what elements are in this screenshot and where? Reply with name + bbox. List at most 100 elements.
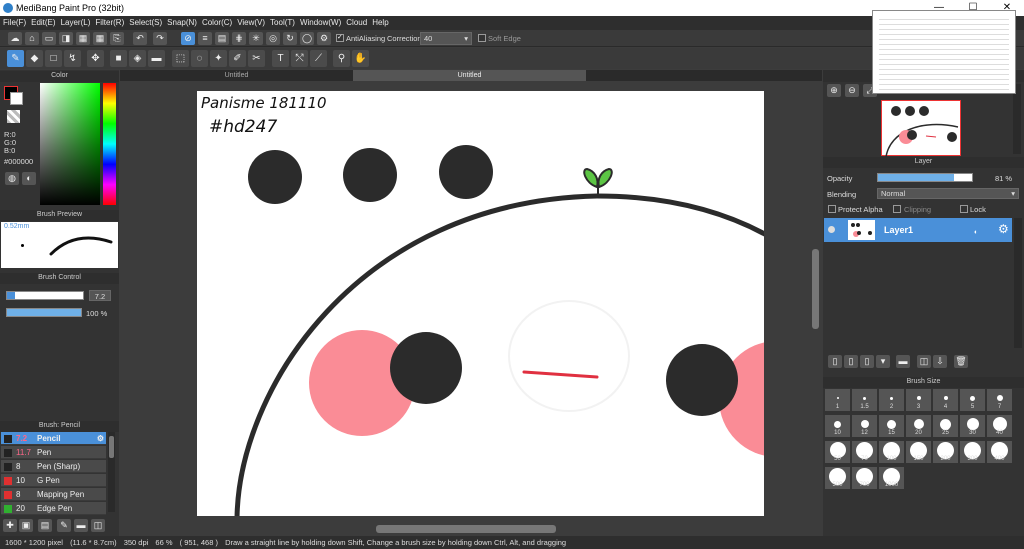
navigator-thumbnail[interactable] — [881, 100, 961, 158]
magic-wand-tool-icon[interactable]: ✦ — [210, 50, 227, 67]
brush-size-cell[interactable]: 200 — [933, 441, 958, 463]
menu-view[interactable]: View(V) — [237, 16, 270, 30]
merge-down-icon[interactable]: ⇩ — [933, 355, 947, 368]
brush-opacity-slider[interactable] — [6, 308, 82, 317]
brush-duplicate-icon[interactable]: ◫ — [91, 519, 105, 532]
antialiasing-checkbox[interactable] — [336, 33, 344, 42]
menu-snap[interactable]: Snap(N) — [167, 16, 202, 30]
grid-alt-icon[interactable]: ▦ — [93, 32, 107, 45]
brush-size-cell[interactable]: 1000 — [879, 467, 904, 489]
trash-icon[interactable]: 🗑 — [954, 355, 968, 368]
zoom-in-icon[interactable]: ⊕ — [827, 84, 841, 97]
operation-tool-icon[interactable]: ⤲ — [291, 50, 308, 67]
export-icon[interactable]: ⎘ — [110, 32, 124, 45]
floating-preview-window[interactable] — [872, 10, 1016, 94]
brush-size-cell[interactable]: 3 — [906, 389, 931, 411]
gradient-tool-icon[interactable]: ▬ — [148, 50, 165, 67]
transparent-swatch[interactable] — [7, 110, 20, 123]
zoom-out-icon[interactable]: ⊖ — [845, 84, 859, 97]
snap-radial-icon[interactable]: ✳ — [249, 32, 263, 45]
brush-size-cell[interactable]: 1 — [825, 389, 850, 411]
brush-size-cell[interactable]: 1.5 — [852, 389, 877, 411]
dot-tool-icon[interactable]: □ — [45, 50, 62, 67]
saturation-value-picker[interactable] — [40, 83, 100, 205]
select-pen-tool-icon[interactable]: ✐ — [229, 50, 246, 67]
bucket-tool-icon[interactable]: ◈ — [129, 50, 146, 67]
gear-icon[interactable]: ⚙ — [998, 222, 1009, 236]
protect-alpha-checkbox[interactable] — [828, 205, 836, 213]
brush-size-cell[interactable]: 7 — [987, 389, 1012, 411]
canvas-vertical-scrollbar[interactable] — [810, 81, 821, 521]
tab-untitled-2[interactable]: Untitled — [353, 70, 586, 81]
eraser-tool-icon[interactable]: ◆ — [26, 50, 43, 67]
brush-item-mapping-pen[interactable]: 8 Mapping Pen — [1, 488, 106, 501]
blending-select[interactable]: Normal ▾ — [877, 188, 1019, 199]
select-rect-tool-icon[interactable]: ⬚ — [172, 50, 189, 67]
eyedropper-tool-icon[interactable]: ⚲ — [333, 50, 350, 67]
menu-layer[interactable]: Layer(L) — [61, 16, 96, 30]
brush-size-cell[interactable]: 300 — [960, 441, 985, 463]
duplicate-layer-icon[interactable]: ◫ — [917, 355, 931, 368]
layer-row[interactable]: Layer1 ◐ ⚙ — [824, 218, 1012, 242]
menu-help[interactable]: Help — [372, 16, 393, 30]
share-icon[interactable]: ◨ — [59, 32, 73, 45]
menu-file[interactable]: File(F) — [3, 16, 31, 30]
lasso-tool-icon[interactable]: ◌ — [191, 50, 208, 67]
brush-size-cell[interactable]: 5 — [960, 389, 985, 411]
brush-size-cell[interactable]: 15 — [879, 415, 904, 437]
brush-size-cell[interactable]: 40 — [987, 415, 1012, 437]
brush-size-cell[interactable]: 20 — [906, 415, 931, 437]
brush-list-scrollbar[interactable] — [108, 432, 115, 512]
brush-item-pencil[interactable]: 7.2 Pencil ⚙ — [1, 432, 106, 445]
new-layer-icon[interactable]: ▯ — [828, 355, 842, 368]
navigator-scrollbar[interactable] — [1013, 84, 1021, 154]
brush-size-cell[interactable]: 4 — [933, 389, 958, 411]
divide-tool-icon[interactable]: ⟋ — [310, 50, 327, 67]
add-brush-icon[interactable]: ✚ — [3, 519, 17, 532]
clipping-checkbox[interactable] — [893, 205, 901, 213]
brush-size-cell[interactable]: 30 — [960, 415, 985, 437]
brush-size-cell[interactable]: 2 — [879, 389, 904, 411]
menu-color[interactable]: Color(C) — [202, 16, 237, 30]
snap-cross-icon[interactable]: ▤ — [215, 32, 229, 45]
gear-icon[interactable]: ⚙ — [97, 432, 104, 445]
snap-curve-icon[interactable]: ↻ — [283, 32, 297, 45]
new-folder-icon[interactable]: ▬ — [74, 519, 88, 532]
tab-untitled-1[interactable]: Untitled — [120, 70, 353, 81]
soft-edge-checkbox[interactable] — [478, 34, 486, 42]
palette-icon[interactable]: ◍ — [5, 172, 19, 185]
menu-select[interactable]: Select(S) — [129, 16, 167, 30]
brush-size-cell[interactable]: 100 — [879, 441, 904, 463]
comment-icon[interactable]: ▭ — [42, 32, 56, 45]
brush-item-edge-pen[interactable]: 20 Edge Pen — [1, 502, 106, 515]
correction-select[interactable]: 40 ▾ — [420, 32, 472, 45]
layer-folder-icon[interactable]: ▬ — [896, 355, 910, 368]
redo-icon[interactable]: ↷ — [153, 32, 167, 45]
cloud-icon[interactable]: ☁ — [8, 32, 22, 45]
brush-edit-icon[interactable]: ✎ — [57, 519, 71, 532]
drawing-canvas[interactable]: Panisme 181110 #hd247 — [197, 91, 764, 516]
brush-size-cell[interactable]: 700 — [852, 467, 877, 489]
brush-size-cell[interactable]: 400 — [987, 441, 1012, 463]
brush-size-cell[interactable]: 150 — [906, 441, 931, 463]
brush-folder-icon[interactable]: ▣ — [19, 519, 33, 532]
brush-size-value[interactable]: 7.2 — [89, 290, 111, 301]
brush-item-g-pen[interactable]: 10 G Pen — [1, 474, 106, 487]
secondary-color-swatch[interactable] — [10, 92, 23, 105]
menu-edit[interactable]: Edit(E) — [31, 16, 60, 30]
layer-scrollbar[interactable] — [1014, 218, 1022, 348]
lock-checkbox[interactable] — [960, 205, 968, 213]
settings-icon[interactable]: ⚙ — [317, 32, 331, 45]
snap-circle-icon[interactable]: ◎ — [266, 32, 280, 45]
brush-size-cell[interactable]: 50 — [825, 441, 850, 463]
brush-size-cell[interactable]: 25 — [933, 415, 958, 437]
snap-off-icon[interactable]: ⊘ — [181, 32, 195, 45]
brush-size-cell[interactable]: 12 — [852, 415, 877, 437]
brush-size-cell[interactable]: 500 — [825, 467, 850, 489]
snap-ellipse-icon[interactable]: ◯ — [300, 32, 314, 45]
snap-parallel-icon[interactable]: ≡ — [198, 32, 212, 45]
fill-rect-tool-icon[interactable]: ■ — [110, 50, 127, 67]
hue-slider[interactable] — [103, 83, 116, 205]
brush-item-pen-sharp[interactable]: 8 Pen (Sharp) — [1, 460, 106, 473]
menu-cloud[interactable]: Cloud — [346, 16, 372, 30]
